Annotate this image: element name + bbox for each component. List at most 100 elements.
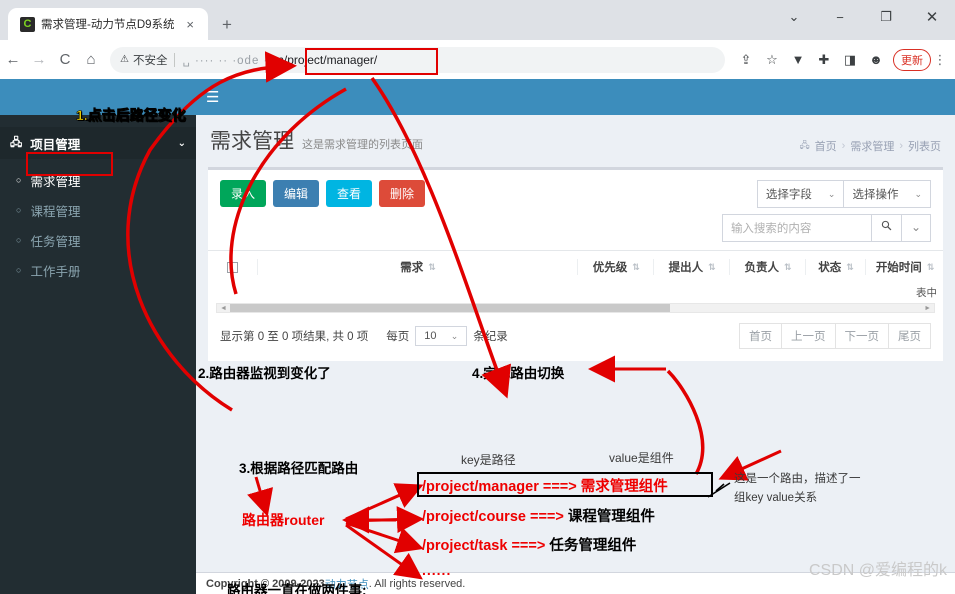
not-secure-label: 不安全 <box>132 54 168 67</box>
edit-button[interactable]: 编辑 <box>273 180 320 207</box>
table-column-status[interactable]: 状态 ⇅ <box>804 259 865 275</box>
scroll-right-arrow-icon[interactable]: ► <box>921 305 934 312</box>
main-content: ☰ 需求管理 这是需求管理的列表页面 🖧 首页 › 需求管理 › 列表页 录入 … <box>196 79 955 594</box>
close-icon[interactable]: × <box>182 17 198 32</box>
circle-icon: ○ <box>16 235 22 245</box>
bookmark-star-icon[interactable]: ☆ <box>759 47 785 73</box>
column-label: 开始时间 <box>875 262 922 274</box>
box-toolbar: 录入 编辑 查看 删除 选择字段 ⌄ 选择操作 ⌄ 输入搜索的内容 ⌄ <box>208 170 943 250</box>
page-last-button[interactable]: 尾页 <box>889 323 931 349</box>
home-icon[interactable]: ⌂ <box>78 51 104 68</box>
delete-button[interactable]: 删除 <box>379 180 426 207</box>
chevron-down-icon: ⌄ <box>450 330 459 341</box>
update-button[interactable]: 更新 <box>893 48 931 71</box>
pager: 首页 上一页 下一页 尾页 <box>739 323 931 349</box>
share-icon[interactable]: ⇪ <box>733 47 759 73</box>
scroll-left-arrow-icon[interactable]: ◄ <box>217 305 230 312</box>
per-page-prefix: 每页 <box>386 331 410 343</box>
more-options-icon[interactable]: ⌄ <box>901 214 931 242</box>
table-column-priority[interactable]: 优先级 ⇅ <box>577 259 653 275</box>
omnibox-divider <box>174 52 176 67</box>
table-column-owner[interactable]: 负责人 ⇅ <box>729 259 805 275</box>
sidebar-item-label: 任务管理 <box>30 234 81 249</box>
sidebar-item-manual[interactable]: ○ 工作手册 <box>0 255 196 285</box>
column-label: 提出人 <box>668 262 704 274</box>
copyright-prefix: Copyright © 2009-2023 <box>206 577 325 590</box>
pagination-row: 显示第 0 至 0 项结果, 共 0 项 每页 10 ⌄ 条纪录 首页 上一页 … <box>208 313 943 361</box>
browser-tab[interactable]: C 需求管理-动力节点D9系统 × <box>8 8 208 40</box>
browser-addressbar: ← → C ⌂ ⚠ 不安全 ␣ ···· ·· ·ode ·· n/projec… <box>0 40 955 79</box>
profile-avatar-icon[interactable]: ☻ <box>863 47 889 73</box>
table-column-starttime[interactable]: 开始时间 ⇅ <box>865 259 943 275</box>
browser-menu-icon[interactable]: ⋮ <box>931 52 949 68</box>
tab-favicon-icon: C <box>20 16 35 32</box>
scrollbar-thumb[interactable] <box>229 304 670 312</box>
copyright-suffix: . All rights reserved. <box>368 577 466 590</box>
home-icon: 🖧 <box>799 140 810 150</box>
minimize-icon[interactable]: − <box>817 0 863 34</box>
sidebar-item-course[interactable]: ○ 课程管理 <box>0 195 196 225</box>
hamburger-menu-icon[interactable]: ☰ <box>206 88 219 106</box>
chevron-down-icon: ⌄ <box>177 137 186 149</box>
forward-icon[interactable]: → <box>26 51 52 68</box>
window-close-icon[interactable]: ✕ <box>909 0 955 34</box>
page-prev-button[interactable]: 上一页 <box>782 323 836 349</box>
sidebar-item-task[interactable]: ○ 任务管理 <box>0 225 196 255</box>
select-field-dropdown[interactable]: 选择字段 ⌄ <box>756 180 845 208</box>
annotation-step-1: 1.点击后路径变化 <box>76 107 186 124</box>
breadcrumb-item-requirement[interactable]: 需求管理 <box>850 138 894 154</box>
column-label: 需求 <box>400 262 424 274</box>
breadcrumb-item-home[interactable]: 首页 <box>815 138 837 154</box>
table-corner-note: 表中 <box>916 287 937 299</box>
page-first-button[interactable]: 首页 <box>739 323 782 349</box>
circle-icon: ○ <box>16 175 22 185</box>
reload-icon[interactable]: C <box>52 51 78 68</box>
table-header-row: 需求 ⇅ 优先级 ⇅ 提出人 ⇅ 负责人 ⇅ 状态 ⇅ 开始时间 ⇅ <box>208 250 943 283</box>
circle-icon: ○ <box>16 205 22 215</box>
sidebar-highlight-box <box>26 152 113 176</box>
browser-tabstrip-area: C 需求管理-动力节点D9系统 × + ⌄ − ❐ ✕ <box>0 0 955 40</box>
back-icon[interactable]: ← <box>0 51 26 68</box>
create-button[interactable]: 录入 <box>220 180 267 207</box>
select-action-dropdown[interactable]: 选择操作 ⌄ <box>844 180 931 208</box>
search-controls: 选择字段 ⌄ 选择操作 ⌄ 输入搜索的内容 ⌄ <box>721 180 931 242</box>
breadcrumb-separator: › <box>841 140 846 152</box>
pagination-info: 显示第 0 至 0 项结果, 共 0 项 <box>220 331 369 343</box>
table-horizontal-scrollbar[interactable]: ◄ ► <box>216 303 935 313</box>
column-label: 状态 <box>818 262 842 274</box>
new-tab-button[interactable]: + <box>222 15 232 35</box>
url-highlight-box <box>305 48 438 75</box>
table-column-requirement[interactable]: 需求 ⇅ <box>256 259 578 275</box>
sort-icon: ⇅ <box>708 261 715 272</box>
select-row: 选择字段 ⌄ 选择操作 ⌄ <box>756 180 931 208</box>
table-body-empty: 表中 <box>208 283 943 303</box>
page-title: 需求管理 <box>210 130 294 153</box>
tab-search-icon[interactable]: ⌄ <box>771 0 817 34</box>
sidebar-parent-label: 项目管理 <box>30 137 81 152</box>
search-input[interactable]: 输入搜索的内容 <box>721 214 872 242</box>
column-label: 负责人 <box>744 262 779 274</box>
extensions-puzzle-icon[interactable]: ✚ <box>811 47 837 73</box>
per-page-control: 每页 10 ⌄ 条纪录 <box>386 326 508 346</box>
column-label: 优先级 <box>592 262 628 274</box>
view-button[interactable]: 查看 <box>326 180 373 207</box>
sort-icon: ⇅ <box>783 261 791 272</box>
maximize-icon[interactable]: ❐ <box>863 0 909 34</box>
per-page-value: 10 <box>424 330 437 342</box>
filter-icon[interactable]: ▼ <box>785 47 811 73</box>
search-glyph <box>881 220 892 231</box>
tabstrip: C 需求管理-动力节点D9系统 × + <box>0 8 232 40</box>
watermark: CSDN @爱编程的k <box>808 562 947 579</box>
chevron-down-icon: ⌄ <box>914 188 922 199</box>
sort-icon: ⇅ <box>428 261 435 272</box>
browser-window: C 需求管理-动力节点D9系统 × + ⌄ − ❐ ✕ ← → C ⌂ ⚠ 不安… <box>0 0 955 594</box>
per-page-select[interactable]: 10 ⌄ <box>415 326 468 346</box>
page-next-button[interactable]: 下一页 <box>835 323 889 349</box>
table-column-proposer[interactable]: 提出人 ⇅ <box>653 259 729 275</box>
sidepanel-icon[interactable]: ◨ <box>837 47 863 73</box>
company-link[interactable]: 动力节点 <box>325 576 369 592</box>
breadcrumb: 🖧 首页 › 需求管理 › 列表页 <box>800 138 941 154</box>
search-icon[interactable] <box>871 214 902 242</box>
chevron-down-icon: ⌄ <box>827 188 836 199</box>
select-all-checkbox[interactable] <box>226 261 238 273</box>
